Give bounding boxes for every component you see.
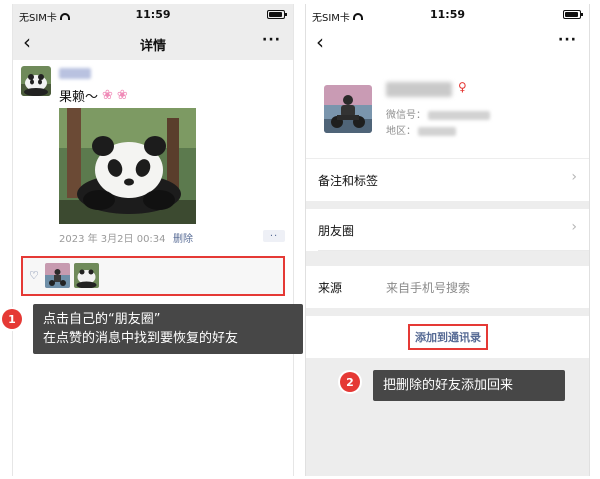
heart-icon: ♡: [29, 269, 39, 282]
row-label: 备注和标签: [318, 174, 379, 188]
female-icon: ♀: [458, 80, 467, 94]
source-value: 来自手机号搜索: [386, 281, 471, 295]
post-caption: 果赖～: [59, 90, 99, 105]
add-to-contacts-section: 添加到通讯录: [306, 316, 589, 358]
battery-icon: [563, 10, 583, 19]
comment-more-button[interactable]: ··: [263, 230, 285, 242]
region-line: 地区：: [386, 122, 456, 137]
row-source: 来源 来自手机号搜索: [306, 266, 589, 308]
divider: [318, 250, 589, 251]
right-phone-screen: 无SIM卡 11:59 ‹ ··· ♀ 微信号： 地区： 备注和标签 › 朋友圈…: [305, 4, 590, 476]
callout-step-2: 把删除的好友添加回来: [373, 370, 565, 401]
status-time: 11:59: [135, 8, 171, 21]
callout-line: 把删除的好友添加回来: [383, 378, 514, 393]
wechat-id-label: 微信号：: [386, 110, 426, 121]
region-blurred: [418, 126, 456, 136]
row-remarks-tags[interactable]: 备注和标签 ›: [306, 159, 589, 201]
status-bar: 无SIM卡 11:59: [306, 4, 589, 26]
chevron-right-icon: ›: [571, 169, 577, 185]
delete-link[interactable]: 删除: [173, 230, 193, 245]
likes-list-highlight: ♡: [21, 256, 285, 296]
nav-bar: ‹ ···: [306, 26, 589, 60]
panda-avatar-icon: [21, 66, 51, 96]
row-moments[interactable]: 朋友圈 ›: [306, 209, 589, 251]
wechat-id-line: 微信号：: [386, 106, 490, 121]
nav-bar: ‹ 详情 ···: [13, 26, 293, 60]
rider-avatar-icon: [324, 85, 372, 133]
step-1-badge: 1: [2, 309, 22, 329]
battery-level: [269, 12, 282, 17]
wechat-id-blurred: [428, 110, 490, 120]
panda-avatar-icon: [74, 263, 99, 288]
left-phone-screen: 无SIM卡 11:59 ‹ 详情 ··· 果赖～ ❀ ❀ 2023 年 3月2日…: [12, 4, 294, 476]
poster-name-blurred[interactable]: [59, 68, 91, 79]
contact-avatar[interactable]: [324, 85, 372, 133]
row-label: 朋友圈: [318, 224, 355, 238]
back-icon[interactable]: ‹: [316, 30, 324, 54]
battery-icon: [267, 10, 287, 19]
callout-line: 在点赞的消息中找到要恢复的好友: [43, 331, 239, 346]
profile-card: ♀ 微信号： 地区：: [306, 60, 589, 158]
page-title: 详情: [139, 39, 166, 54]
status-bar: 无SIM卡 11:59: [13, 4, 293, 26]
post-timestamp: 2023 年 3月2日 00:34: [59, 234, 166, 245]
callout-step-1: 点击自己的“朋友圈” 在点赞的消息中找到要恢复的好友: [33, 304, 303, 354]
step-2-badge: 2: [340, 372, 360, 392]
flower-emoji-icon: ❀: [116, 88, 128, 103]
callout-line: 点击自己的“朋友圈”: [43, 312, 161, 327]
liker-avatar[interactable]: [74, 263, 99, 288]
panda-photo-icon: [59, 108, 196, 224]
region-label: 地区：: [386, 126, 416, 137]
chevron-right-icon: ›: [571, 219, 577, 235]
flower-emoji-icon: ❀: [102, 88, 113, 103]
rider-avatar-icon: [45, 263, 70, 288]
battery-level: [565, 12, 578, 17]
status-time: 11:59: [429, 8, 465, 21]
post-text: 果赖～ ❀ ❀: [59, 86, 128, 105]
contact-name-blurred: [386, 82, 452, 97]
post-photo[interactable]: [59, 108, 196, 224]
poster-avatar[interactable]: [21, 66, 51, 96]
add-to-contacts-button[interactable]: 添加到通讯录: [408, 324, 488, 350]
more-icon[interactable]: ···: [558, 32, 577, 48]
liker-avatar[interactable]: [45, 263, 70, 288]
more-icon[interactable]: ···: [262, 32, 281, 48]
row-label: 来源: [318, 281, 343, 295]
